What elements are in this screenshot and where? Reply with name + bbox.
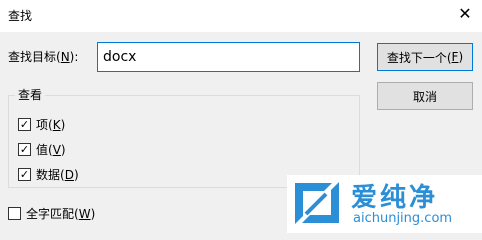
look-in-data-option[interactable]: ✓ 数据(D) (18, 166, 79, 183)
watermark-logo-icon (295, 182, 339, 224)
find-what-label: 查找目标(N): (8, 50, 79, 64)
look-in-keys-option[interactable]: ✓ 项(K) (18, 116, 65, 133)
look-in-title: 查看 (15, 86, 46, 103)
watermark: 爱纯净 aichunjing.com (287, 175, 482, 233)
keys-checkbox[interactable]: ✓ (18, 118, 31, 131)
watermark-url: aichunjing.com (353, 211, 453, 226)
title-bar: 查找 ✕ (0, 0, 482, 32)
window-title: 查找 (8, 9, 33, 23)
data-checkbox[interactable]: ✓ (18, 168, 31, 181)
match-whole-string-option[interactable]: 全字匹配(W) (8, 205, 95, 222)
cancel-button[interactable]: 取消 (377, 82, 473, 110)
find-next-button[interactable]: 查找下一个(F) (377, 43, 473, 71)
watermark-cn-text: 爱纯净 (351, 183, 439, 213)
close-icon[interactable]: ✕ (456, 5, 474, 23)
values-checkbox[interactable]: ✓ (18, 143, 31, 156)
look-in-values-option[interactable]: ✓ 值(V) (18, 141, 66, 158)
find-what-input[interactable] (97, 42, 360, 72)
match-whole-string-checkbox[interactable] (8, 207, 21, 220)
